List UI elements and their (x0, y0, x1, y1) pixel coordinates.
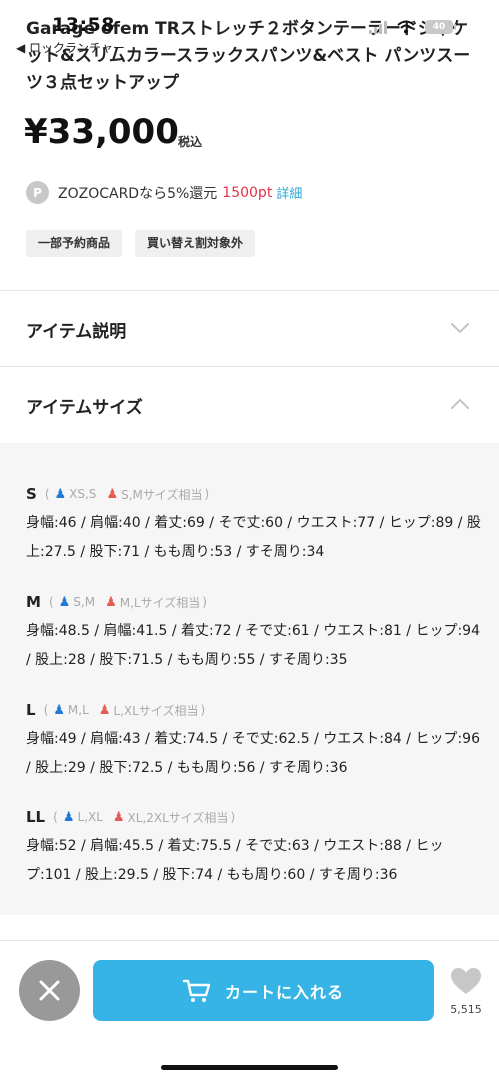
product-price: ¥33,000 (24, 112, 179, 152)
item-size-toggle[interactable]: アイテムサイズ (0, 367, 499, 443)
men-size: XS,S (69, 487, 97, 501)
tag-preorder: 一部予約商品 (26, 230, 123, 257)
size-block-m: M ( ♟ S,M ♟ M,Lサイズ相当 ) 身幅:48.5 / 肩幅:41.5… (26, 591, 486, 675)
tax-label: 税込 (178, 135, 203, 149)
women-size: L,XLサイズ相当 (113, 703, 199, 718)
signal-icon (369, 20, 387, 34)
size-name: M (26, 593, 41, 611)
women-size: XL,2XLサイズ相当 (127, 810, 229, 825)
women-size: S,Mサイズ相当 (121, 487, 203, 502)
size-block-ll: LL ( ♟ L,XL ♟ XL,2XLサイズ相当 ) 身幅:52 / 肩幅:4… (26, 806, 486, 890)
woman-icon: ♟ (98, 702, 111, 718)
woman-icon: ♟ (105, 594, 117, 610)
woman-icon: ♟ (112, 809, 125, 825)
size-measurements: 身幅:49 / 肩幅:43 / 着丈:74.5 / そで丈:62.5 / ウエス… (26, 731, 480, 776)
man-icon: ♟ (53, 702, 65, 718)
bottom-action-bar: カートに入れる 5,515 (0, 940, 499, 1080)
points-text: ZOZOCARDなら5%還元 (58, 185, 218, 202)
points-detail-link[interactable]: 詳細 (276, 183, 302, 202)
status-time: 13:58 (52, 14, 115, 36)
size-block-l: L ( ♟ M,L ♟ L,XLサイズ相当 ) 身幅:49 / 肩幅:43 / … (26, 699, 486, 783)
close-button[interactable] (19, 960, 80, 1021)
man-icon: ♟ (62, 809, 75, 825)
size-panel: S ( ♟ XS,S ♟ S,Mサイズ相当 ) 身幅:46 / 肩幅:40 / … (0, 443, 499, 915)
men-size: L,XL (77, 810, 103, 824)
points-row: P ZOZOCARDなら5%還元 1500pt 詳細 (26, 181, 302, 204)
battery-icon: 40 (425, 20, 456, 34)
heart-icon (451, 968, 481, 994)
back-to-app-link[interactable]: ◀ ロックランチャー (16, 39, 125, 56)
man-icon: ♟ (54, 486, 67, 502)
women-size: M,Lサイズ相当 (119, 595, 201, 610)
tag-tradein-excluded: 買い替え割対象外 (135, 230, 256, 257)
size-name: LL (26, 808, 46, 826)
size-name: S (26, 485, 37, 503)
chevron-up-icon (451, 398, 469, 409)
points-icon: P (26, 181, 49, 204)
add-to-cart-button[interactable]: カートに入れる (93, 960, 434, 1021)
status-bar: 13:58 ◀ ロックランチャー 40 (0, 0, 499, 60)
woman-icon: ♟ (106, 486, 119, 502)
close-icon (39, 980, 60, 1001)
size-block-s: S ( ♟ XS,S ♟ S,Mサイズ相当 ) 身幅:46 / 肩幅:40 / … (26, 483, 486, 567)
section-label: アイテムサイズ (26, 398, 143, 418)
points-value: 1500pt (222, 184, 273, 201)
chevron-down-icon (451, 323, 469, 334)
men-size: S,M (73, 595, 96, 609)
cart-icon (182, 979, 211, 1002)
tag-list: 一部予約商品 買い替え割対象外 (26, 230, 256, 257)
favorite-count: 5,515 (450, 1003, 482, 1016)
item-description-toggle[interactable]: アイテム説明 (0, 291, 499, 367)
home-indicator (161, 1065, 338, 1070)
status-icons: 40 (369, 20, 456, 34)
size-name: L (26, 701, 36, 719)
men-size: M,L (67, 703, 89, 717)
wifi-icon (397, 20, 415, 34)
favorite-button[interactable]: 5,515 (446, 967, 486, 1016)
size-measurements: 身幅:46 / 肩幅:40 / 着丈:69 / そで丈:60 / ウエスト:77… (26, 515, 481, 560)
size-measurements: 身幅:52 / 肩幅:45.5 / 着丈:75.5 / そで丈:63 / ウエス… (26, 838, 444, 883)
man-icon: ♟ (58, 594, 71, 610)
size-measurements: 身幅:48.5 / 肩幅:41.5 / 着丈:72 / そで丈:61 / ウエス… (26, 623, 480, 668)
section-label: アイテム説明 (26, 322, 127, 342)
add-to-cart-label: カートに入れる (224, 982, 344, 1002)
